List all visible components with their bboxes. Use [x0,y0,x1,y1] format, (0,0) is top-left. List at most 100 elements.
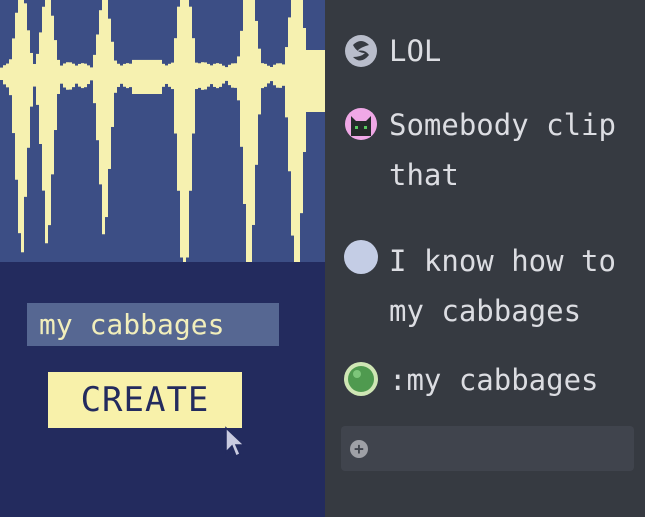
waveform-bar [177,6,180,191]
waveform-bar [78,63,81,87]
waveform-bar [243,0,246,204]
waveform-bar [102,0,105,235]
green-orb-avatar-icon [344,362,378,396]
waveform-bar [150,59,153,94]
waveform-bar [219,63,222,87]
waveform-bar [126,63,129,89]
waveform-bar [33,63,36,87]
waveform-bar [195,62,198,90]
waveform-bar [213,63,216,87]
waveform-bar [72,63,75,88]
waveform-bar [285,47,288,118]
waveform-bar [186,0,189,258]
waveform-bar [240,30,243,147]
waveform-bar [276,63,279,88]
waveform-bar [183,0,186,262]
message-text: Somebody clip that [389,108,616,192]
waveform-bar [210,65,213,85]
waveform-bar [309,50,312,112]
waveform-bar [168,63,171,87]
waveform-bar [66,62,69,90]
audio-waveform [0,0,325,262]
swirl-avatar-icon [345,35,377,67]
waveform-bar [3,65,6,85]
waveform-bar [279,63,282,88]
waveform-bar [171,62,174,90]
waveform-bar [303,27,306,153]
waveform-bar [81,63,84,89]
waveform-bar [282,64,285,86]
clip-name-input[interactable] [27,303,279,346]
waveform-bar [162,63,165,87]
waveform-bar [300,0,303,214]
waveform-bar [105,0,108,218]
waveform-bar [111,41,114,127]
waveform-bar [315,50,318,112]
chat-message-input[interactable]: + [341,426,634,471]
waveform-bar [297,0,300,262]
waveform-bar [222,65,225,84]
waveform-bar [231,63,234,88]
waveform-bar [36,53,39,105]
waveform-bar [132,59,135,94]
waveform-view[interactable] [0,0,325,262]
cat-avatar-icon [345,108,377,140]
waveform-bar [6,63,9,88]
waveform-bar [60,65,63,84]
message-text: LOL [389,34,442,68]
waveform-bar [99,10,102,185]
plain-avatar-icon [344,240,378,274]
waveform-bar [189,6,192,191]
waveform-bar [90,67,93,81]
waveform-bar [174,38,177,134]
waveform-bar [93,54,96,104]
waveform-bar [252,0,255,225]
chat-message: LOL [343,26,643,76]
waveform-bar [123,63,126,87]
waveform-bar [9,59,12,96]
waveform-bar [267,65,270,84]
waveform-bar [192,38,195,134]
waveform-bar [18,0,21,234]
waveform-bar [24,3,27,197]
waveform-bar [294,0,297,262]
waveform-bar [141,59,144,94]
waveform-bar [204,62,207,90]
waveform-bar [153,59,156,94]
plus-icon[interactable]: + [350,440,368,458]
waveform-bar [54,40,57,131]
waveform-bar [273,64,276,86]
waveform-bar [207,63,210,87]
waveform-bar [264,63,267,87]
waveform-bar [306,50,309,112]
waveform-bar [15,12,18,180]
chat-message: :my cabbages [343,355,643,405]
waveform-bar [156,59,159,94]
mouse-cursor-icon [225,426,246,458]
waveform-bar [228,64,231,86]
waveform-bar [30,52,33,107]
waveform-bar [255,20,258,165]
chat-message: I know how to my cabbages [343,236,643,336]
waveform-bar [114,60,117,93]
waveform-bar [318,50,321,112]
waveform-bar [180,0,183,258]
waveform-bar [87,65,90,85]
waveform-bar [39,32,42,144]
waveform-bar [0,67,3,80]
waveform-bar [198,63,201,88]
waveform-bar [291,0,294,236]
waveform-bar [135,59,138,94]
waveform-bar [45,0,48,244]
create-button[interactable]: CREATE [48,372,242,428]
waveform-bar [117,63,120,87]
waveform-bar [96,34,99,141]
waveform-bar [288,17,291,172]
waveform-bar [246,0,249,262]
waveform-bar [165,65,168,84]
waveform-bar [21,0,24,253]
waveform-bar [321,50,324,112]
waveform-bar [57,59,60,94]
waveform-bar [144,59,147,94]
waveform-bar [48,0,51,226]
